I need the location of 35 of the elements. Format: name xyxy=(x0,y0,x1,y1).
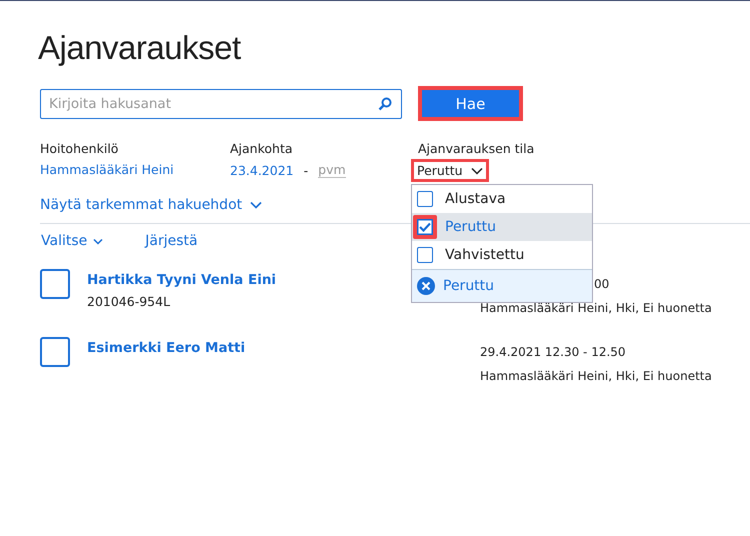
chevron-icon xyxy=(250,201,262,209)
page-title: Ajanvaraukset xyxy=(38,29,242,67)
remove-icon[interactable] xyxy=(417,277,435,295)
filter-link[interactable]: Hammaslääkäri Heini xyxy=(40,162,174,177)
appointment-time: 00 xyxy=(594,277,610,291)
search-icon[interactable] xyxy=(378,96,392,110)
more-filters-link[interactable]: Näytä tarkemmat hakuehdot xyxy=(40,197,262,213)
select-menu[interactable]: Valitse xyxy=(41,233,104,249)
search-button[interactable]: Hae xyxy=(418,86,523,121)
checkbox[interactable] xyxy=(413,215,437,239)
date-field[interactable]: pvm xyxy=(318,162,346,178)
patient-id: 201046-954L xyxy=(87,294,172,309)
filter-label: Ajankohta xyxy=(230,141,294,156)
chevron-icon xyxy=(93,238,104,244)
dropdown-option[interactable]: Vahvistettu xyxy=(412,241,592,269)
sort-link[interactable]: Järjestä xyxy=(145,233,198,249)
chevron-icon xyxy=(470,166,483,174)
row-checkbox[interactable] xyxy=(40,269,70,299)
filter-label: Ajanvarauksen tila xyxy=(418,141,534,156)
search-field[interactable]: Kirjoita hakusanat xyxy=(40,88,402,118)
date-separator: - xyxy=(304,162,308,178)
status-select[interactable]: Peruttu xyxy=(414,162,486,179)
appointment-time: 29.4.2021 12.30 - 12.50 xyxy=(480,345,626,359)
row-checkbox[interactable] xyxy=(40,337,70,367)
date-field[interactable]: 23.4.2021 xyxy=(230,162,294,178)
checkbox[interactable] xyxy=(417,247,433,263)
checkmark-icon xyxy=(419,222,431,232)
filter-label: Hoitohenkilö xyxy=(40,141,120,156)
appointment-details: Hammaslääkäri Heini, Hki, Ei huonetta xyxy=(480,369,712,383)
checkbox[interactable] xyxy=(417,191,433,207)
dropdown-option[interactable]: Peruttu xyxy=(412,213,592,241)
appointment-details: Hammaslääkäri Heini, Hki, Ei huonetta xyxy=(480,301,712,315)
selected-chip[interactable]: Peruttu xyxy=(412,269,592,302)
patient-name[interactable]: Esimerkki Eero Matti xyxy=(87,340,480,356)
dropdown-option[interactable]: Alustava xyxy=(412,185,592,213)
